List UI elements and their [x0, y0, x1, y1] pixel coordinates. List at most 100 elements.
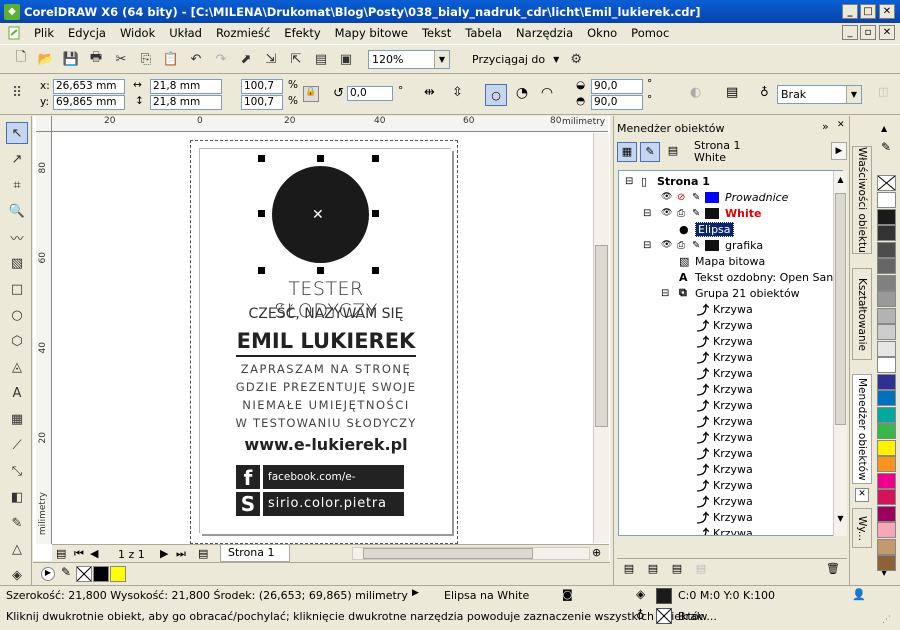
- collapse-icon[interactable]: ⊟: [643, 240, 651, 251]
- document-icon[interactable]: [6, 25, 22, 41]
- smart-fill-icon[interactable]: ▧: [6, 252, 28, 274]
- no-print-icon[interactable]: ⊘: [677, 192, 685, 203]
- paste-icon[interactable]: 📋: [160, 48, 182, 70]
- ellipse-mode-icon[interactable]: ○: [485, 84, 507, 106]
- scroll-down-icon[interactable]: ▼: [835, 514, 846, 532]
- tree-item[interactable]: ⊟ ⧉ Grupa 21 obiektów: [619, 285, 833, 301]
- crop-tool-icon[interactable]: ⌗: [6, 174, 28, 196]
- docker-menu-icon[interactable]: ▶: [831, 142, 847, 160]
- color-swatch[interactable]: [877, 489, 896, 505]
- tab-strona-1[interactable]: Strona 1: [220, 545, 290, 562]
- close-docker-icon[interactable]: ✕: [855, 488, 869, 502]
- tree-item[interactable]: ⤴ Krzywa: [619, 477, 833, 493]
- tree-item[interactable]: ⤴ Krzywa: [619, 445, 833, 461]
- tree-item[interactable]: ⤴ Krzywa: [619, 429, 833, 445]
- publish-pdf-icon[interactable]: ▤: [310, 48, 332, 70]
- horizontal-ruler[interactable]: 20 0 20 40 60 80 milimetry: [52, 116, 608, 132]
- tree-item[interactable]: ● Elipsa: [619, 221, 833, 237]
- tree-item[interactable]: ▧ Mapa bitowa: [619, 253, 833, 269]
- palette-scroll-up-icon[interactable]: ▲: [881, 124, 887, 133]
- selection-handle[interactable]: [317, 267, 324, 274]
- menu-rozmiesc[interactable]: Rozmieść: [216, 26, 270, 40]
- layer-color-swatch[interactable]: [705, 239, 719, 251]
- polygon-tool-icon[interactable]: ⬡: [6, 330, 28, 352]
- vertical-scrollbar[interactable]: [593, 133, 609, 543]
- lock-ratio-icon[interactable]: 🔒: [303, 86, 319, 102]
- height-field[interactable]: 21,8 mm: [150, 95, 222, 110]
- prev-page-icon[interactable]: ◀: [90, 547, 98, 560]
- import-icon[interactable]: ⇲: [260, 48, 282, 70]
- edit-across-layers-icon[interactable]: ✎: [640, 142, 660, 162]
- color-swatch[interactable]: [877, 373, 896, 390]
- scale-y-field[interactable]: 100,7: [241, 95, 283, 110]
- tree-item[interactable]: ⤴ Krzywa: [619, 301, 833, 317]
- delete-icon[interactable]: 🗑: [823, 562, 843, 582]
- canvas[interactable]: ✕ TESTER SŁODYCZY CZEŚĆ, NAZYWAM SIĘ EMI…: [53, 133, 593, 544]
- selection-handle[interactable]: [372, 267, 379, 274]
- tree-item[interactable]: ⤴ Krzywa: [619, 413, 833, 429]
- convert-to-curves-icon[interactable]: ◫: [878, 85, 894, 103]
- snap-to-label[interactable]: Przyciągaj do: [472, 53, 545, 66]
- selection-handle[interactable]: [372, 210, 379, 217]
- new-master-layer-odd-icon[interactable]: ▤: [667, 562, 687, 582]
- palette-play-icon[interactable]: ▶: [41, 567, 55, 581]
- freehand-tool-icon[interactable]: 〰: [6, 226, 28, 248]
- layer-color-swatch[interactable]: [705, 191, 719, 203]
- ellipse-tool-icon[interactable]: ○: [6, 304, 28, 326]
- color-swatch[interactable]: [877, 307, 896, 324]
- edit-icon[interactable]: ✎: [692, 192, 700, 203]
- ruler-origin[interactable]: [36, 116, 52, 132]
- connector-tool-icon[interactable]: ⤡: [6, 460, 28, 482]
- tree-item[interactable]: ⊟ 👁 ⎙ ✎ White: [619, 205, 833, 221]
- scroll-thumb[interactable]: [595, 245, 608, 427]
- color-swatch[interactable]: [877, 340, 896, 357]
- scroll-up-icon[interactable]: ▲: [835, 175, 846, 193]
- zoom-select[interactable]: 120% ▼: [368, 49, 450, 69]
- x-position-field[interactable]: 26,653 mm: [53, 79, 125, 94]
- hscroll-thumb[interactable]: [363, 548, 533, 559]
- tree-item[interactable]: ⊟ ▯ Strona 1: [619, 173, 833, 189]
- color-swatch[interactable]: [877, 555, 896, 571]
- selection-handle[interactable]: [372, 155, 379, 162]
- next-page-icon[interactable]: ▶: [160, 547, 168, 560]
- snap-dropdown-icon[interactable]: ▼: [553, 55, 559, 64]
- basic-shapes-icon[interactable]: ◬: [6, 356, 28, 378]
- menu-efekty[interactable]: Efekty: [284, 26, 320, 40]
- edit-icon[interactable]: ✎: [692, 240, 700, 251]
- width-field[interactable]: 21,8 mm: [150, 79, 222, 94]
- horizontal-scrollbar[interactable]: [352, 547, 590, 560]
- doc-minimize-button[interactable]: _: [842, 25, 858, 40]
- selection-handle[interactable]: [258, 210, 265, 217]
- black-swatch[interactable]: [93, 566, 109, 582]
- menu-plik[interactable]: Plik: [34, 26, 54, 40]
- color-swatch[interactable]: [877, 258, 896, 274]
- color-swatch[interactable]: [877, 208, 896, 225]
- start-angle-field[interactable]: 90,0: [591, 79, 643, 94]
- menu-pomoc[interactable]: Pomoc: [631, 26, 669, 40]
- collapse-icon[interactable]: ⊟: [643, 208, 651, 219]
- mirror-vertical-icon[interactable]: ⇳: [452, 85, 470, 103]
- tree-scroll-thumb[interactable]: [835, 193, 846, 425]
- color-swatch[interactable]: [877, 439, 896, 456]
- direction-icon[interactable]: ◐: [690, 85, 708, 103]
- tree-item[interactable]: ⤴ Krzywa: [619, 525, 833, 536]
- printer-icon[interactable]: ⎙: [677, 208, 685, 219]
- color-swatch[interactable]: [877, 538, 896, 555]
- menu-narzedzia[interactable]: Narzędzia: [516, 26, 573, 40]
- open-icon[interactable]: 📂: [35, 48, 57, 70]
- color-swatch[interactable]: [877, 522, 896, 538]
- edit-icon[interactable]: ✎: [692, 208, 700, 219]
- tree-item[interactable]: 👁 ⊘ ✎ Prowadnice: [619, 189, 833, 205]
- tree-item[interactable]: ⤴ Krzywa: [619, 365, 833, 381]
- visibility-icon[interactable]: 👁: [661, 208, 672, 218]
- yellow-swatch[interactable]: [110, 566, 126, 582]
- color-swatch[interactable]: [877, 390, 896, 406]
- tree-item[interactable]: ⤴ Krzywa: [619, 397, 833, 413]
- tree-item[interactable]: ⤴ Krzywa: [619, 349, 833, 365]
- table-tool-icon[interactable]: ▦: [6, 408, 28, 430]
- object-tree[interactable]: ⊟ ▯ Strona 1 👁 ⊘ ✎ Prowadnice ⊟ 👁 ⎙ ✎ White ● Elipsa ⊟…: [618, 170, 843, 536]
- maximize-button[interactable]: □: [860, 4, 876, 19]
- wrap-text-icon[interactable]: ▤: [726, 85, 744, 103]
- palette-eyedropper-icon[interactable]: ✎: [881, 140, 891, 154]
- color-swatch[interactable]: [877, 505, 896, 522]
